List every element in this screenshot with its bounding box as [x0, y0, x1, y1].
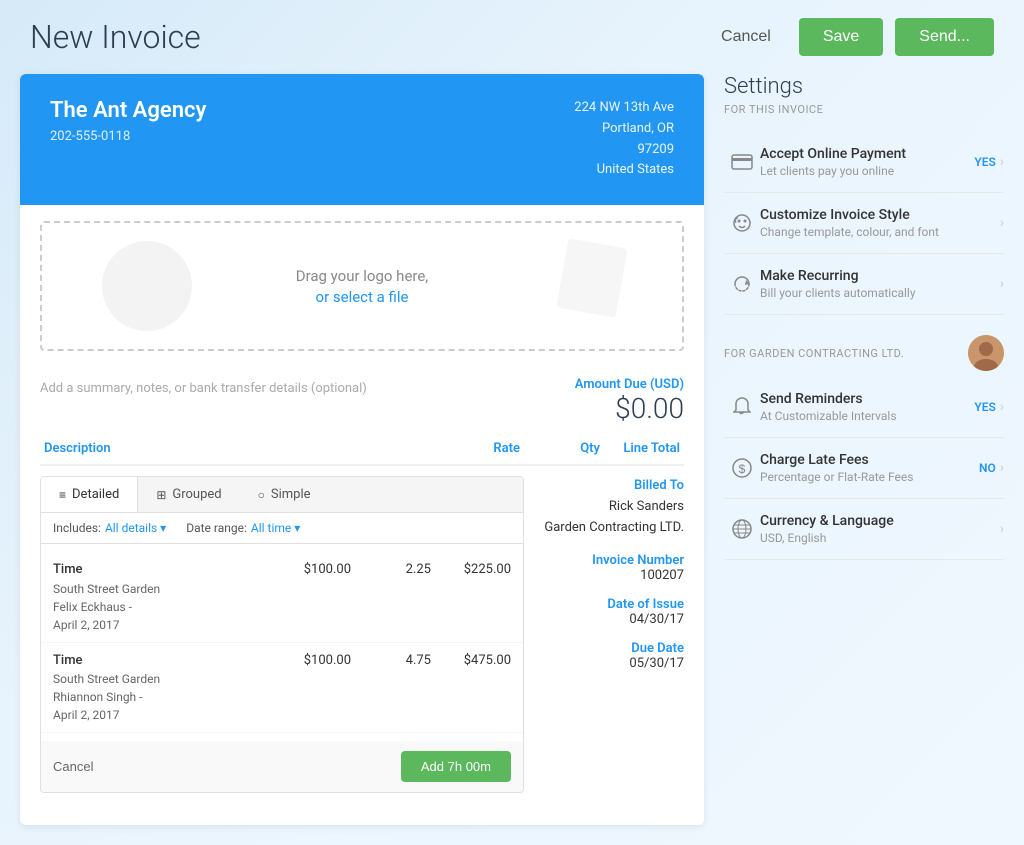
col-total: Line Total [600, 441, 680, 456]
company-address: 224 NW 13th Ave Portland, OR 97209 Unite… [574, 98, 674, 181]
invoice-number-section: Invoice Number 100207 [544, 553, 684, 583]
date-range-dropdown[interactable]: All time ▾ [251, 521, 300, 535]
amount-due-section: Amount Due (USD) $0.00 [575, 377, 684, 425]
top-bar-actions: Cancel Save Send... [705, 18, 994, 56]
cancel-button[interactable]: Cancel [705, 20, 787, 54]
date-range-filter[interactable]: Date range: All time ▾ [186, 521, 300, 535]
chevron-right-icon: › [1000, 399, 1004, 415]
settings-item-invoice-style[interactable]: Customize Invoice Style Change template,… [724, 193, 1004, 254]
online-payment-text: Accept Online Payment Let clients pay yo… [760, 146, 974, 178]
send-reminders-text: Send Reminders At Customizable Intervals [760, 391, 974, 423]
chevron-right-icon: › [1000, 460, 1004, 476]
chevron-right-icon: › [1000, 154, 1004, 170]
billed-to-section: Billed To Rick Sanders Garden Contractin… [544, 476, 684, 538]
recurring-icon [724, 274, 760, 294]
settings-item-recurring[interactable]: Make Recurring Bill your clients automat… [724, 254, 1004, 315]
tab-grouped[interactable]: ⊞ Grouped [138, 477, 239, 512]
select-file-link[interactable]: or select a file [316, 288, 409, 306]
send-button[interactable]: Send... [895, 18, 994, 56]
amount-due-value: $0.00 [575, 392, 684, 425]
includes-dropdown[interactable]: All details ▾ [105, 521, 166, 535]
chevron-right-icon: › [1000, 521, 1004, 537]
line-items-container: ≡ Detailed ⊞ Grouped ○ Simple [40, 476, 524, 793]
top-bar: New Invoice Cancel Save Send... [0, 0, 1024, 74]
logo-upload-text: Drag your logo here, or select a file [296, 267, 429, 306]
due-date-section: Due Date 05/30/17 [544, 641, 684, 671]
settings-title: Settings [724, 74, 1004, 99]
line-items-columns: Description Rate Qty Line Total [40, 441, 684, 466]
table-row: Time South Street Garden Felix Eckhaus -… [41, 552, 523, 643]
globe-icon [724, 519, 760, 539]
invoice-panel: The Ant Agency 202-555-0118 224 NW 13th … [20, 74, 704, 825]
add-time-button[interactable]: Add 7h 00m [401, 751, 511, 782]
logo-upload-area[interactable]: Drag your logo here, or select a file [40, 221, 684, 351]
col-rate: Rate [440, 441, 520, 456]
settings-item-online-payment[interactable]: Accept Online Payment Let clients pay yo… [724, 132, 1004, 193]
invoice-body: Add a summary, notes, or bank transfer d… [20, 367, 704, 825]
settings-item-currency[interactable]: Currency & Language USD, English › [724, 499, 1004, 560]
grouped-icon: ⊞ [156, 488, 166, 502]
palette-icon [724, 213, 760, 233]
late-fees-text: Charge Late Fees Percentage or Flat-Rate… [760, 452, 979, 484]
company-info: The Ant Agency 202-555-0118 [50, 98, 206, 144]
settings-item-late-fees[interactable]: $ Charge Late Fees Percentage or Flat-Ra… [724, 438, 1004, 499]
bell-icon [724, 397, 760, 417]
main-content: The Ant Agency 202-555-0118 224 NW 13th … [0, 74, 1024, 845]
line-items-list: Time South Street Garden Felix Eckhaus -… [41, 544, 523, 741]
chevron-right-icon: › [1000, 276, 1004, 292]
date-of-issue-section: Date of Issue 04/30/17 [544, 597, 684, 627]
currency-text: Currency & Language USD, English [760, 513, 1000, 545]
item-desc-2: Time South Street Garden Rhiannon Singh … [53, 651, 271, 725]
col-description: Description [44, 441, 440, 456]
invoice-meta-panel: Billed To Rick Sanders Garden Contractin… [544, 476, 684, 793]
recurring-text: Make Recurring Bill your clients automat… [760, 268, 1000, 300]
client-section-label: FOR GARDEN CONTRACTING LTD. [724, 335, 1004, 371]
line-items-footer: Cancel Add 7h 00m [41, 741, 523, 792]
save-button[interactable]: Save [799, 18, 883, 56]
card-icon [724, 154, 760, 170]
line-item-tabs: ≡ Detailed ⊞ Grouped ○ Simple [40, 476, 524, 793]
dollar-icon: $ [724, 458, 760, 478]
amount-due-label: Amount Due (USD) [575, 377, 684, 392]
chevron-right-icon: › [1000, 215, 1004, 231]
invoice-style-text: Customize Invoice Style Change template,… [760, 207, 1000, 239]
item-desc-1: Time South Street Garden Felix Eckhaus -… [53, 560, 271, 634]
company-phone: 202-555-0118 [50, 129, 206, 144]
includes-filter[interactable]: Includes: All details ▾ [53, 521, 166, 535]
simple-icon: ○ [258, 488, 265, 502]
settings-item-send-reminders[interactable]: Send Reminders At Customizable Intervals… [724, 377, 1004, 438]
company-name: The Ant Agency [50, 98, 206, 123]
line-items-cancel-button[interactable]: Cancel [53, 759, 93, 774]
filter-row: Includes: All details ▾ Date range: All … [41, 513, 523, 544]
detailed-icon: ≡ [59, 488, 66, 502]
table-row: Time South Street Garden Rhiannon Singh … [41, 643, 523, 734]
summary-row: Add a summary, notes, or bank transfer d… [40, 377, 684, 425]
tabs-row: ≡ Detailed ⊞ Grouped ○ Simple [41, 477, 523, 513]
svg-text:$: $ [739, 462, 746, 476]
invoice-header: The Ant Agency 202-555-0118 224 NW 13th … [20, 74, 704, 205]
summary-input[interactable]: Add a summary, notes, or bank transfer d… [40, 377, 575, 396]
logo-placeholder-square [556, 239, 627, 318]
col-qty: Qty [520, 441, 600, 456]
page-title: New Invoice [30, 18, 705, 56]
client-avatar [968, 335, 1004, 371]
settings-subtitle: FOR THIS INVOICE [724, 103, 1004, 116]
tab-detailed[interactable]: ≡ Detailed [41, 477, 138, 512]
tab-simple[interactable]: ○ Simple [240, 477, 329, 512]
settings-panel: Settings FOR THIS INVOICE Accept Online … [724, 74, 1004, 825]
logo-placeholder-circle [102, 241, 192, 331]
